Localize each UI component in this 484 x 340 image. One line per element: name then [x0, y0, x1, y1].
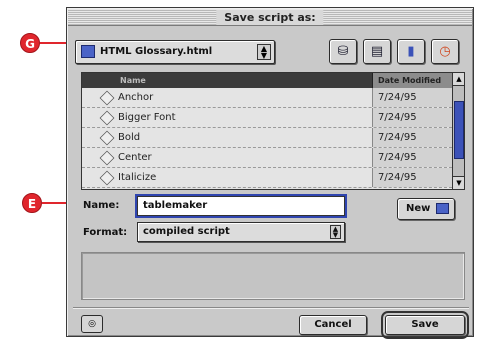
folder-popup[interactable]: HTML Glossary.html ▲ ▼: [75, 40, 275, 64]
list-item[interactable]: Bigger Font 7/24/95: [82, 108, 452, 128]
name-label: Name:: [83, 200, 120, 211]
script-file-icon: [99, 150, 115, 166]
balloon-help-icon: ◎: [88, 319, 96, 329]
recent-button[interactable]: ◷: [431, 39, 459, 64]
callout-g: G: [20, 33, 40, 53]
file-name: Italicize: [118, 172, 157, 183]
scroll-thumb[interactable]: [454, 101, 464, 159]
new-button-label: New: [406, 203, 431, 214]
divider: [73, 307, 469, 309]
cancel-button[interactable]: Cancel: [299, 315, 367, 335]
new-folder-button[interactable]: New: [397, 198, 455, 220]
vertical-scrollbar[interactable]: ▲ ▼: [452, 73, 464, 189]
file-name: Anchor: [118, 92, 154, 103]
scroll-up-arrow-icon[interactable]: ▲: [453, 73, 464, 86]
dialog-title: Save script as:: [216, 10, 324, 25]
list-header: Name Date Modified: [82, 73, 452, 88]
title-bar[interactable]: Save script as:: [68, 9, 472, 26]
file-date: 7/24/95: [372, 128, 452, 147]
script-file-icon: [99, 90, 115, 106]
column-date-header[interactable]: Date Modified: [372, 73, 452, 88]
save-dialog: Save script as: HTML Glossary.html ▲ ▼ ⛁ …: [66, 7, 474, 339]
folder-popup-label: HTML Glossary.html: [100, 46, 213, 57]
save-button[interactable]: Save: [381, 311, 469, 339]
format-popup-value: compiled script: [143, 226, 230, 237]
file-date: 7/24/95: [372, 148, 452, 167]
format-popup[interactable]: compiled script ▲ ▼: [137, 222, 345, 242]
list-item[interactable]: Center 7/24/95: [82, 148, 452, 168]
script-file-icon: [99, 110, 115, 126]
popup-arrows-icon: ▲ ▼: [330, 225, 341, 239]
format-label: Format:: [83, 227, 128, 238]
list-item[interactable]: Anchor 7/24/95: [82, 88, 452, 108]
file-name: Center: [118, 152, 152, 163]
script-file-icon: [99, 170, 115, 186]
file-list[interactable]: Name Date Modified Anchor 7/24/95 Bigger…: [81, 72, 465, 190]
file-date: 7/24/95: [372, 168, 452, 187]
column-name-header[interactable]: Name: [120, 73, 146, 88]
disk-icon: ⛁: [337, 44, 349, 59]
name-input[interactable]: tablemaker: [137, 196, 345, 216]
file-name: Bigger Font: [118, 112, 176, 123]
file-name: Bold: [118, 132, 141, 143]
new-folder-toolbar-button[interactable]: ▮: [397, 39, 425, 64]
disk-button[interactable]: ⛁: [329, 39, 357, 64]
scroll-down-arrow-icon[interactable]: ▼: [453, 176, 464, 189]
folder-icon: [436, 203, 449, 214]
list-item[interactable]: Bold 7/24/95: [82, 128, 452, 148]
file-date: 7/24/95: [372, 88, 452, 107]
popup-arrows-icon: ▲ ▼: [257, 44, 271, 60]
folder-icon: [81, 45, 95, 58]
callout-e: E: [22, 193, 42, 213]
script-file-icon: [99, 130, 115, 146]
folder-icon: ▮: [407, 44, 415, 59]
clock-icon: ◷: [439, 44, 451, 59]
description-area: [81, 252, 465, 300]
file-date: 7/24/95: [372, 108, 452, 127]
desktop-icon: ▤: [370, 44, 384, 59]
list-item[interactable]: Italicize 7/24/95: [82, 168, 452, 188]
balloon-help-button[interactable]: ◎: [81, 315, 103, 333]
desktop-button[interactable]: ▤: [363, 39, 391, 64]
